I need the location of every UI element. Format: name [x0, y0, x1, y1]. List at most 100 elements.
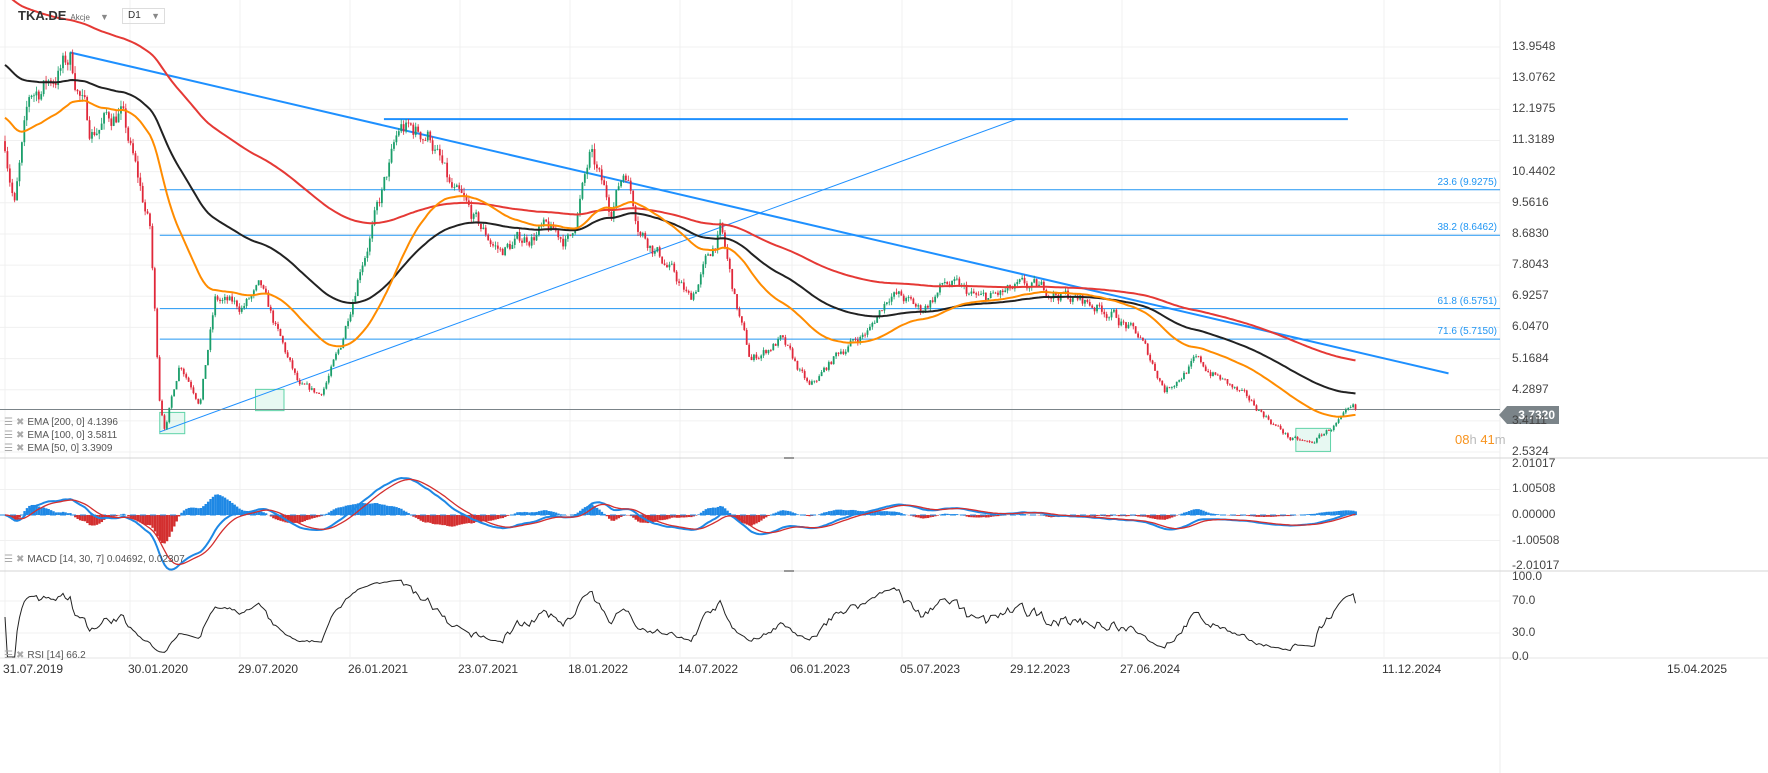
- close-icon[interactable]: ✖: [16, 429, 24, 442]
- candle: [837, 352, 840, 357]
- settings-list-icon[interactable]: ☰: [4, 442, 13, 455]
- macd-histogram-bar: [777, 511, 780, 515]
- fibonacci-level-label: 71.6 (5.7150): [1437, 326, 1498, 338]
- countdown-minutes: 41: [1480, 432, 1495, 447]
- close-icon[interactable]: ✖: [16, 553, 24, 566]
- x-tick-label: 15.04.2025: [1667, 662, 1728, 676]
- candle: [827, 360, 830, 372]
- candle: [1127, 322, 1130, 329]
- candle: [617, 182, 620, 191]
- chevron-down-icon[interactable]: ▼: [151, 9, 160, 23]
- candle: [815, 379, 818, 383]
- candle: [197, 398, 200, 405]
- candle: [719, 219, 722, 238]
- price-tick-label: 7.8043: [1512, 257, 1549, 272]
- settings-list-icon[interactable]: ☰: [4, 429, 13, 442]
- candle: [1286, 432, 1289, 439]
- macd-histogram-bar: [388, 506, 391, 515]
- candle: [518, 227, 521, 243]
- candle: [441, 149, 444, 165]
- candle: [530, 234, 533, 249]
- macd-histogram-bar: [173, 515, 176, 527]
- macd-histogram-bar: [665, 515, 669, 520]
- macd-histogram-bar: [460, 515, 464, 525]
- macd-histogram-bar: [209, 499, 212, 515]
- candle: [13, 191, 16, 203]
- candle: [199, 398, 202, 405]
- highlight-box[interactable]: [1295, 427, 1332, 452]
- macd-histogram-bar: [537, 511, 541, 515]
- candle: [1040, 279, 1043, 285]
- candle: [774, 343, 777, 346]
- candle: [591, 144, 593, 158]
- timeframe-select[interactable]: D1 ▼: [122, 8, 165, 24]
- candle: [402, 120, 405, 135]
- candle: [1267, 414, 1270, 421]
- candle: [866, 327, 869, 338]
- candle: [487, 233, 490, 241]
- candle: [982, 289, 985, 297]
- macd-histogram-bar: [1202, 510, 1205, 515]
- candle: [393, 139, 395, 152]
- candle: [76, 88, 79, 95]
- candle: [1270, 419, 1272, 426]
- macd-histogram-bar: [332, 509, 335, 515]
- candle: [883, 301, 886, 314]
- candle: [936, 292, 939, 299]
- candle: [564, 235, 567, 250]
- candle: [946, 281, 949, 285]
- candle: [332, 359, 335, 367]
- candle: [1335, 422, 1338, 428]
- macd-tick-label: 2.01017: [1512, 455, 1556, 470]
- pane-resize-handle[interactable]: [784, 457, 794, 459]
- highlight-box[interactable]: [255, 388, 285, 412]
- candle: [161, 399, 163, 417]
- candle: [825, 367, 828, 372]
- settings-list-icon[interactable]: ☰: [4, 416, 13, 429]
- macd-histogram-bar: [436, 515, 439, 525]
- settings-list-icon[interactable]: ☰: [4, 649, 13, 662]
- x-tick-label: 18.01.2022: [568, 662, 629, 676]
- candle: [955, 275, 958, 281]
- macd-histogram-bar: [755, 515, 758, 524]
- close-icon[interactable]: ✖: [16, 416, 24, 429]
- candle: [351, 299, 354, 318]
- candle: [310, 386, 313, 391]
- macd-histogram-bar: [431, 515, 435, 524]
- candle: [472, 212, 475, 223]
- macd-histogram-bar: [66, 513, 70, 515]
- price-tick-label: 9.5616: [1512, 194, 1549, 209]
- candle: [223, 293, 226, 304]
- candle: [726, 244, 729, 262]
- pane-resize-handle[interactable]: [784, 570, 794, 572]
- candle: [835, 351, 837, 359]
- candle: [840, 348, 842, 355]
- chart-canvas[interactable]: [0, 0, 1768, 773]
- candle: [364, 256, 366, 267]
- macd-histogram-bar: [185, 508, 188, 515]
- close-icon[interactable]: ✖: [16, 442, 24, 455]
- macd-histogram-bar: [153, 515, 157, 532]
- candle: [1347, 407, 1350, 411]
- candle: [187, 376, 190, 382]
- macd-histogram-bar: [305, 515, 309, 521]
- macd-histogram-bar: [499, 515, 502, 519]
- symbol-selector[interactable]: TKA.DE Akcje ▼: [18, 8, 109, 23]
- macd-histogram-bar: [1086, 515, 1089, 516]
- price-tick-label: 13.0762: [1512, 70, 1556, 85]
- candle: [103, 111, 105, 130]
- macd-histogram-bar: [310, 515, 314, 519]
- settings-list-icon[interactable]: ☰: [4, 553, 13, 566]
- close-icon[interactable]: ✖: [16, 649, 24, 662]
- x-tick-label: 26.01.2021: [348, 662, 409, 676]
- macd-histogram-bar: [762, 515, 766, 519]
- chevron-down-icon[interactable]: ▼: [100, 12, 109, 22]
- rsi-tick-label: 70.0: [1512, 593, 1536, 607]
- candle: [465, 193, 468, 202]
- candle: [1156, 370, 1159, 380]
- candle: [422, 138, 424, 145]
- macd-histogram-bar: [337, 507, 340, 515]
- trendline[interactable]: [159, 118, 1018, 433]
- candle: [914, 302, 917, 308]
- candle: [1173, 385, 1176, 389]
